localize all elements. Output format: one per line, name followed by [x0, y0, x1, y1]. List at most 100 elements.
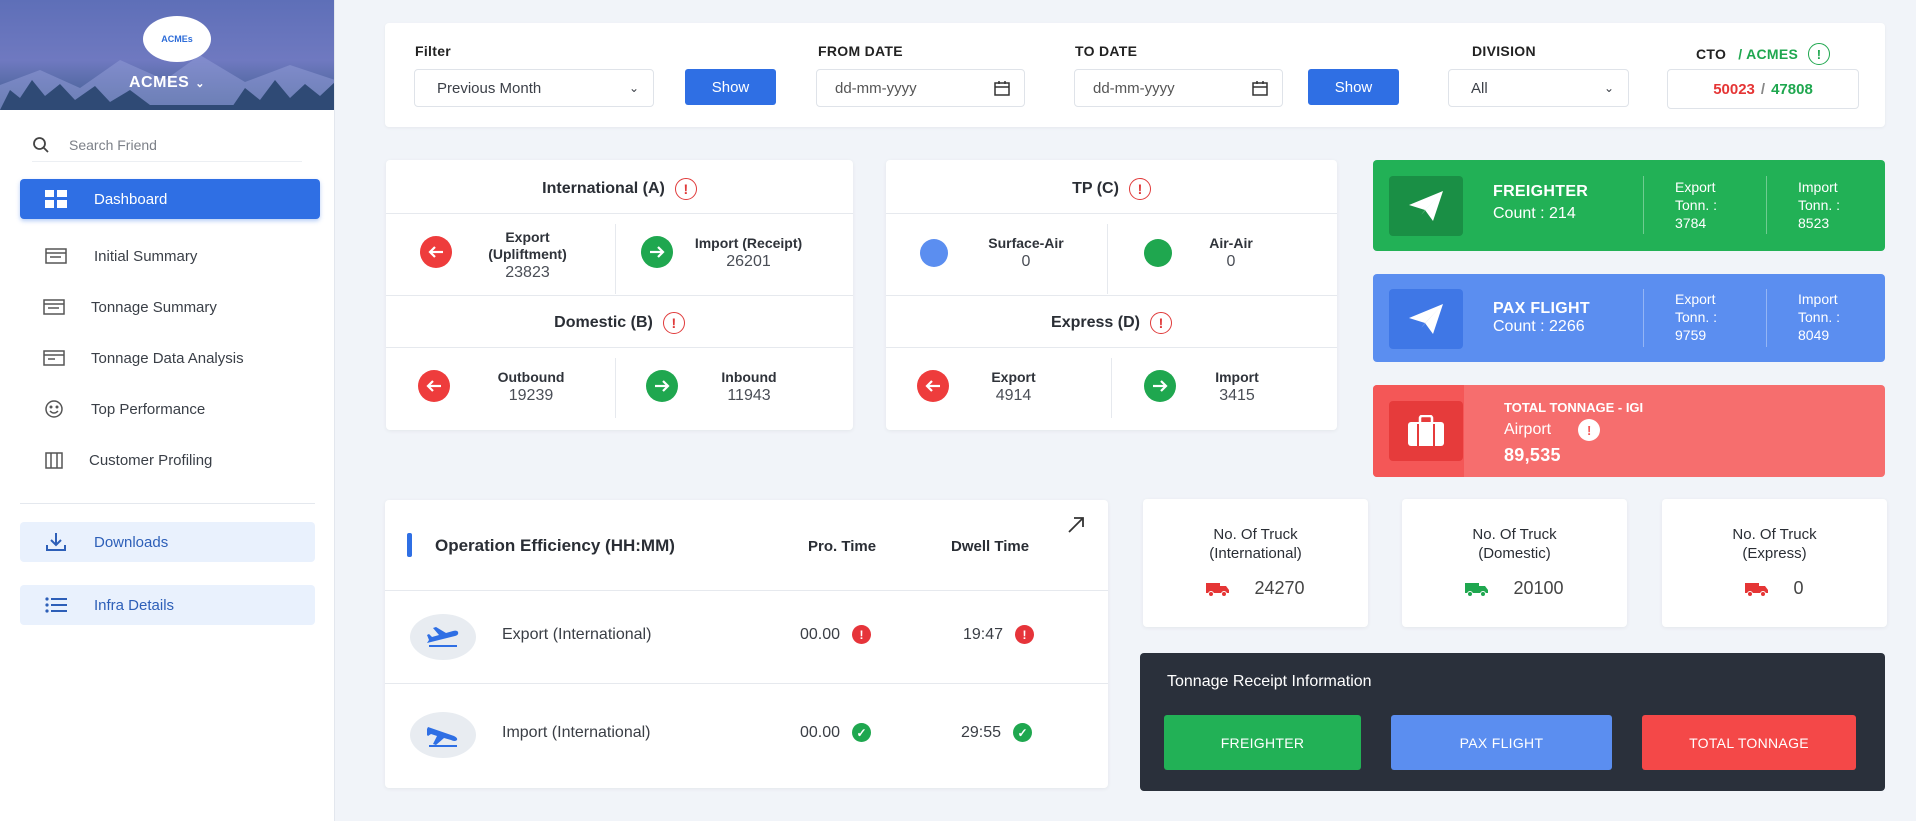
pax-receipt-button[interactable]: PAX FLIGHT — [1391, 715, 1612, 770]
sidebar-item-downloads[interactable]: Downloads — [20, 522, 315, 562]
sidebar-item-customer-profiling[interactable]: Customer Profiling — [20, 440, 320, 480]
divider — [886, 295, 1337, 296]
truck-title-line1: No. Of Truck — [1732, 526, 1817, 543]
truck-count: 24270 — [1143, 578, 1368, 599]
value-text: 00.00 — [800, 625, 841, 643]
alert-icon[interactable]: ! — [674, 178, 697, 200]
sidebar-item-top-performance[interactable]: Top Performance — [20, 389, 320, 429]
division-select[interactable]: All ⌄ — [1448, 69, 1629, 107]
from-date-label: FROM DATE — [818, 43, 903, 59]
truck-express-card: No. Of Truck (Express) 0 — [1662, 499, 1887, 627]
truck-title-line1: No. Of Truck — [1472, 526, 1557, 543]
divider — [615, 358, 616, 418]
international-title-text: International (A) — [542, 180, 665, 197]
divider — [385, 683, 1108, 684]
dwell-time-value: 19:47! — [963, 625, 1035, 644]
filter-select-value: Previous Month — [437, 79, 542, 97]
plane-landing-icon — [410, 712, 476, 758]
sidebar-item-tonnage-summary[interactable]: Tonnage Summary — [20, 287, 320, 327]
pax-count: Count : 2266 — [1493, 318, 1585, 335]
chevron-down-icon: ⌄ — [195, 78, 205, 90]
stat-label: Air-Air — [1209, 235, 1253, 251]
filter-select[interactable]: Previous Month ⌄ — [414, 69, 654, 107]
download-icon — [44, 532, 68, 552]
division-label: DIVISION — [1472, 43, 1536, 59]
total-tonnage-card[interactable]: TOTAL TONNAGE - IGI Airport ! 89,535 — [1373, 385, 1885, 477]
total-receipt-button[interactable]: TOTAL TONNAGE — [1642, 715, 1856, 770]
stat-label: Outbound — [497, 369, 565, 385]
export-value: 9759 — [1675, 327, 1707, 343]
info-icon[interactable]: ! — [1808, 43, 1831, 65]
stat-value: 0 — [1021, 253, 1031, 270]
pax-title: PAX FLIGHT — [1493, 300, 1590, 317]
profile-icon — [42, 450, 66, 470]
stat-label: Surface-Air — [988, 235, 1064, 251]
tp-express-card: TP (C)! Surface-Air 0 Air-Air 0 Express … — [886, 160, 1337, 430]
alert-icon[interactable]: ! — [662, 312, 685, 334]
expand-icon[interactable] — [1067, 516, 1085, 534]
show-date-button[interactable]: Show — [1308, 69, 1399, 105]
alert-icon[interactable]: ! — [1149, 312, 1172, 334]
freighter-title: FREIGHTER — [1493, 183, 1589, 200]
search-input[interactable] — [69, 136, 269, 153]
brand-header[interactable]: ACMEs ACMES ⌄ — [0, 0, 334, 110]
plane-takeoff-icon — [410, 614, 476, 660]
cto-values: 50023 / 47808 — [1667, 69, 1859, 109]
international-domestic-card: International (A)! Export (Upliftment) 2… — [386, 160, 853, 430]
sidebar-item-label: Tonnage Data Analysis — [91, 349, 244, 367]
brand-name[interactable]: ACMES ⌄ — [0, 74, 334, 92]
international-export-stat: Export (Upliftment) 23823 — [470, 229, 585, 281]
value-text: 29:55 — [961, 723, 1002, 741]
calendar-icon[interactable] — [994, 80, 1010, 96]
arrow-left-icon — [420, 236, 452, 268]
freighter-card[interactable]: FREIGHTER Count : 214 Export Tonn. : 378… — [1373, 160, 1885, 251]
row-label: Import (International) — [502, 724, 651, 741]
alert-icon: ! — [1015, 625, 1035, 644]
truck-title-line1: No. Of Truck — [1213, 526, 1298, 543]
freighter-export: Export Tonn. : 3784 — [1675, 178, 1717, 232]
dwell-time-value: 29:55 ✓ — [961, 723, 1033, 742]
info-icon[interactable]: ! — [1578, 419, 1601, 441]
divider — [886, 347, 1337, 348]
sidebar-item-initial-summary[interactable]: Initial Summary — [20, 236, 320, 276]
stat-value: 0 — [1226, 253, 1236, 270]
chevron-down-icon: ⌄ — [628, 81, 639, 95]
sidebar-item-tonnage-data-analysis[interactable]: Tonnage Data Analysis — [20, 338, 320, 378]
stat-value: 23823 — [505, 264, 550, 281]
calendar-icon[interactable] — [1252, 80, 1268, 96]
truck-title: No. Of Truck (International) — [1143, 525, 1368, 563]
tp-title: TP (C)! — [886, 178, 1337, 200]
alert-icon[interactable]: ! — [1128, 178, 1151, 200]
alert-icon: ! — [852, 625, 872, 644]
arrow-right-icon — [1144, 370, 1176, 402]
divider — [615, 224, 616, 294]
arrow-left-icon — [418, 370, 450, 402]
truck-value: 20100 — [1513, 578, 1564, 598]
export-label: Export — [1675, 291, 1716, 307]
stat-label: Import — [1215, 369, 1259, 385]
search-icon — [33, 136, 49, 153]
show-button[interactable]: Show — [685, 69, 776, 105]
sidebar-item-label: Top Performance — [91, 400, 206, 418]
sidebar-item-label: Infra Details — [94, 596, 175, 614]
truck-icon — [1745, 582, 1769, 597]
briefcase-icon — [1389, 401, 1463, 461]
sidebar-item-infra-details[interactable]: Infra Details — [20, 585, 315, 625]
total-sub-text: Airport — [1504, 421, 1552, 438]
to-date-input[interactable]: dd-mm-yyyy — [1074, 69, 1283, 107]
sidebar-item-label: Customer Profiling — [89, 451, 213, 469]
sidebar-item-dashboard[interactable]: Dashboard — [20, 179, 320, 219]
tp-surface-air-stat: Surface-Air 0 — [971, 235, 1081, 270]
divider — [386, 295, 853, 296]
brand-logo: ACMEs — [143, 16, 211, 62]
stat-value: 26201 — [726, 253, 771, 270]
pax-export: Export Tonn. : 9759 — [1675, 290, 1717, 344]
to-date-label: TO DATE — [1075, 43, 1138, 59]
freighter-receipt-button[interactable]: FREIGHTER — [1164, 715, 1361, 770]
divider — [386, 213, 853, 214]
export-unit: Tonn. : — [1675, 309, 1718, 325]
from-date-input[interactable]: dd-mm-yyyy — [816, 69, 1025, 107]
arrow-right-icon — [641, 236, 673, 268]
stat-label: Export (Upliftment) — [488, 229, 567, 262]
pax-flight-card[interactable]: PAX FLIGHT Count : 2266 Export Tonn. : 9… — [1373, 274, 1885, 362]
